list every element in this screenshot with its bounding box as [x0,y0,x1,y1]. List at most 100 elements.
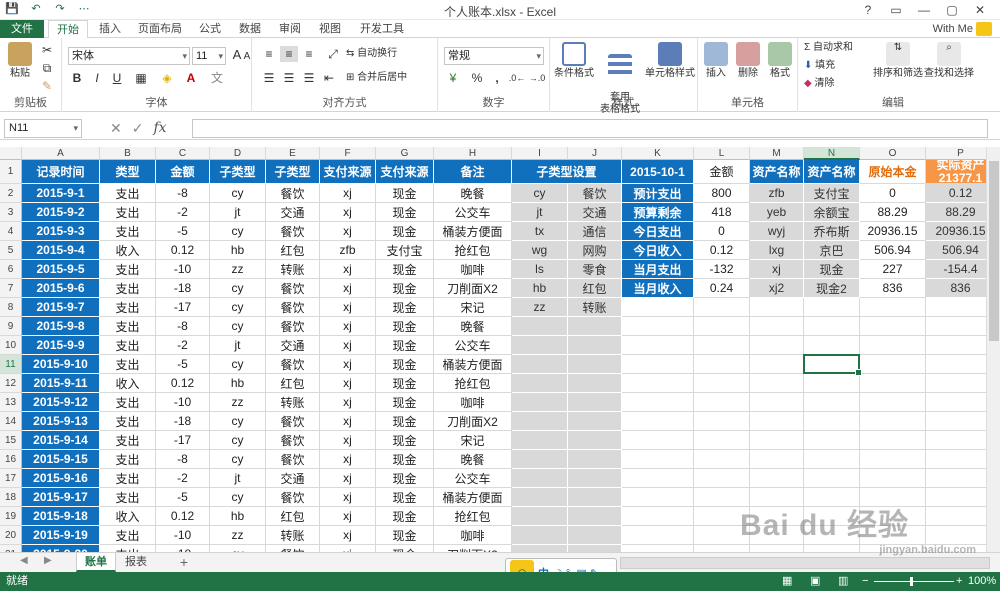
ledger-cell[interactable]: 公交车 [434,469,512,488]
asset-name[interactable]: 乔布斯 [804,222,860,241]
ledger-cell[interactable]: hb [210,241,266,260]
ledger-cell[interactable]: 刀削面X2 [434,412,512,431]
close-button[interactable]: ✕ [966,0,994,20]
ledger-cell[interactable]: 咖啡 [434,393,512,412]
ledger-cell[interactable]: 现金 [376,431,434,450]
grid-cell[interactable] [860,450,926,469]
date-cell[interactable]: 2015-9-8 [22,317,100,336]
ledger-cell[interactable]: 现金 [376,317,434,336]
summary-label[interactable]: 预算剩余 [622,203,694,222]
ledger-cell[interactable]: zfb [320,241,376,260]
asset-code[interactable]: zfb [750,184,804,203]
ledger-cell[interactable]: cy [210,355,266,374]
subtype-code[interactable]: wg [512,241,568,260]
ledger-cell[interactable]: 抢红包 [434,507,512,526]
grid-cell[interactable] [804,469,860,488]
ledger-cell[interactable]: 支出 [100,431,156,450]
grid-cell[interactable] [694,412,750,431]
ledger-cell[interactable]: 现金 [376,393,434,412]
cell-styles-button[interactable]: 单元格样式 [644,42,696,80]
orientation-icon[interactable]: ⤢ [324,46,342,62]
subtype-empty[interactable] [568,431,622,450]
grid-cell[interactable] [694,298,750,317]
subtype-code[interactable]: zz [512,298,568,317]
tab-formulas[interactable]: 公式 [192,20,228,38]
grid-cell[interactable] [804,298,860,317]
summary-value[interactable]: -132 [694,260,750,279]
sheet-tab-ledger[interactable]: 账单 [76,553,116,572]
summary-label[interactable]: 今日收入 [622,241,694,260]
ledger-cell[interactable]: 餐饮 [266,431,320,450]
ledger-cell[interactable]: hb [210,374,266,393]
tab-review[interactable]: 审阅 [272,20,308,38]
column-header-B[interactable]: B [100,147,156,160]
grid-cell[interactable] [860,374,926,393]
ledger-cell[interactable]: zz [210,526,266,545]
date-cell[interactable]: 2015-9-2 [22,203,100,222]
grid-cell[interactable] [694,469,750,488]
header-subtype[interactable]: 子类型 [210,160,266,184]
tab-insert[interactable]: 插入 [92,20,128,38]
asset-name[interactable]: 现金 [804,260,860,279]
ledger-cell[interactable]: 现金 [376,279,434,298]
accounting-icon[interactable]: ¥ [444,70,462,86]
subtype-code[interactable]: ls [512,260,568,279]
ledger-cell[interactable]: 收入 [100,507,156,526]
paste-button[interactable]: 粘贴 [4,42,36,80]
subtype-empty[interactable] [568,336,622,355]
subtype-empty[interactable] [568,374,622,393]
row-header-1[interactable]: 1 [0,160,22,184]
header-source2[interactable]: 支付来源 [376,160,434,184]
grid-cell[interactable] [750,469,804,488]
ledger-cell[interactable]: 现金 [376,507,434,526]
underline-button[interactable]: U [108,70,126,86]
active-cell-selection[interactable] [803,354,862,376]
row-header-11[interactable]: 11 [0,355,22,374]
grid-cell[interactable] [804,336,860,355]
tab-data[interactable]: 数据 [232,20,268,38]
date-cell[interactable]: 2015-9-12 [22,393,100,412]
align-bottom-icon[interactable]: ≡ [300,46,318,62]
ledger-cell[interactable]: 现金 [376,184,434,203]
ledger-cell[interactable]: 现金 [376,222,434,241]
ledger-cell[interactable]: 餐饮 [266,488,320,507]
next-sheet-icon[interactable]: ▶ [44,555,52,566]
ledger-cell[interactable]: cy [210,450,266,469]
subtype-code[interactable]: jt [512,203,568,222]
cut-icon[interactable]: ✂ [38,42,56,58]
subtype-empty[interactable] [512,450,568,469]
conditional-format-button[interactable]: 条件格式 [552,42,596,80]
zoom-out-button[interactable]: − [862,572,868,591]
header-subtype-settings[interactable]: 子类型设置 [512,160,622,184]
ledger-cell[interactable]: -18 [156,279,210,298]
worksheet-grid[interactable]: A B C D E F G H I J K L M N O P 1 2 3 4 5 6 7 8 9 10 11 12 13 14 15 16 1… [0,147,1000,552]
grid-cell[interactable] [750,412,804,431]
subtype-code[interactable]: tx [512,222,568,241]
grid-cell[interactable] [804,412,860,431]
date-cell[interactable]: 2015-9-11 [22,374,100,393]
autosum-button[interactable]: Σ 自动求和 [804,42,874,54]
ledger-cell[interactable]: 桶装方便面 [434,355,512,374]
ribbon-display-icon[interactable]: ▭ [882,0,910,20]
horizontal-scrollbar[interactable] [620,557,990,569]
ledger-cell[interactable]: 转账 [266,393,320,412]
ledger-cell[interactable]: 现金 [376,260,434,279]
ledger-cell[interactable]: 支出 [100,393,156,412]
ledger-cell[interactable]: xj [320,279,376,298]
summary-value[interactable]: 0.12 [694,241,750,260]
asset-original[interactable]: 88.29 [860,203,926,222]
row-header-3[interactable]: 3 [0,203,22,222]
ledger-cell[interactable]: 现金 [376,450,434,469]
header-original-principal[interactable]: 原始本金 [860,160,926,184]
align-left-icon[interactable]: ☰ [260,70,278,86]
enter-icon[interactable]: ✓ [132,119,144,137]
grid-cell[interactable] [622,336,694,355]
ledger-cell[interactable]: 支出 [100,469,156,488]
ledger-cell[interactable]: jt [210,469,266,488]
ledger-cell[interactable]: 现金 [376,374,434,393]
asset-code[interactable]: lxg [750,241,804,260]
header-date[interactable]: 记录时间 [22,160,100,184]
column-header-M[interactable]: M [750,147,804,160]
insert-function-icon[interactable]: fx [153,119,166,137]
ledger-cell[interactable]: 支出 [100,222,156,241]
